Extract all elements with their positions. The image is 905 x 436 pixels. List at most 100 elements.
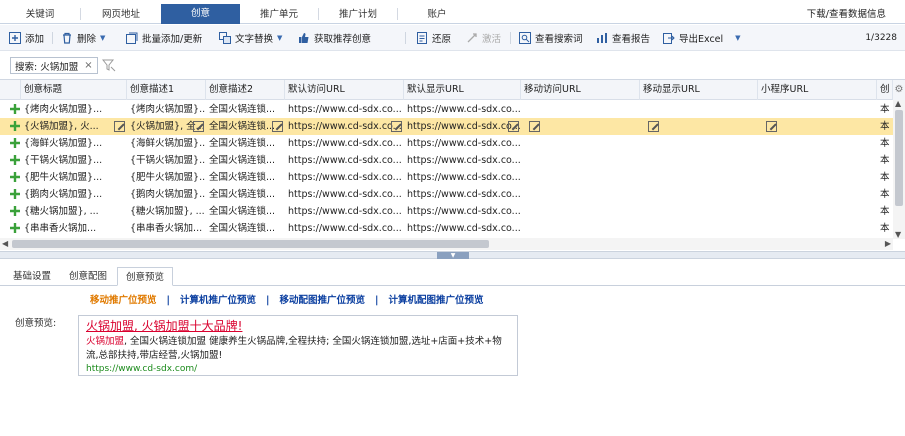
edit-icon[interactable] [272,121,283,132]
table-cell[interactable]: https://www.cd-sdx.co... [404,186,521,203]
header-title[interactable]: 创意标题 [21,80,127,100]
delete-button[interactable]: 删除 ▼ [61,30,105,46]
table-cell[interactable]: https://www.cd-sdx.co... [404,101,521,118]
mobile-preview-link[interactable]: 移动推广位预览 [90,295,157,306]
mobile-image-preview-link[interactable]: 移动配图推广位预览 [280,295,366,306]
table-cell[interactable]: 全国火锅连锁... [206,101,285,118]
expand-plus-icon[interactable] [9,222,21,234]
tab-creative-preview[interactable]: 创意预览 [117,267,174,286]
header-mobile-visit-url[interactable]: 移动访问URL [521,80,640,100]
header-mobile-display-url[interactable]: 移动显示URL [640,80,758,100]
table-cell[interactable]: https://www.cd-sdx.co... [285,220,404,237]
expand-plus-icon[interactable] [9,171,21,183]
edit-icon[interactable] [114,121,125,132]
activate-button[interactable]: 激活 [466,30,501,46]
edit-icon[interactable] [766,121,777,132]
table-cell[interactable]: 本 [877,118,893,135]
table-cell[interactable]: 本 [877,135,893,152]
table-cell[interactable]: {海鲜火锅加盟}... [21,135,127,152]
tab-campaign[interactable]: 推广计划 [319,5,397,24]
header-truncated[interactable]: 创 [877,80,893,100]
table-cell[interactable]: 本 [877,203,893,220]
close-icon[interactable]: × [84,60,92,71]
table-cell[interactable]: {火锅加盟}, 火... [21,118,127,135]
table-cell[interactable]: {鹅肉火锅加盟}... [21,186,127,203]
table-cell[interactable]: 本 [877,169,893,186]
table-cell[interactable]: 全国火锅连锁... [206,152,285,169]
table-cell[interactable] [521,135,640,152]
header-default-visit-url[interactable]: 默认访问URL [285,80,404,100]
table-row[interactable]: {烤肉火锅加盟}... {烤肉火锅加盟}... 全国火锅连锁... https://w… [0,101,893,118]
table-cell[interactable]: {烤肉火锅加盟}... [127,101,206,118]
table-cell[interactable] [758,220,877,237]
edit-icon[interactable] [391,121,402,132]
edit-icon[interactable] [529,121,540,132]
chevron-down-icon[interactable]: ▼ [735,34,740,42]
expand-plus-icon[interactable] [9,120,21,132]
scroll-down-icon[interactable]: ▼ [895,230,901,239]
collapse-handle-icon[interactable]: ▼ [437,252,469,259]
expand-plus-icon[interactable] [9,103,21,115]
pc-preview-link[interactable]: 计算机推广位预览 [180,295,256,306]
table-cell[interactable]: https://www.cd-sdx.co... [404,220,521,237]
download-data-link[interactable]: 下载/查看数据信息 [807,6,886,20]
table-cell[interactable]: https://www.cd-sdx.co... [285,118,404,135]
table-cell[interactable] [758,152,877,169]
table-cell[interactable] [758,101,877,118]
edit-icon[interactable] [648,121,659,132]
table-cell[interactable]: https://www.cd-sdx.co... [404,135,521,152]
panel-splitter[interactable]: ▼ [0,251,905,259]
table-cell[interactable] [640,169,758,186]
table-cell[interactable]: 本 [877,152,893,169]
view-search-terms-button[interactable]: 查看搜索词 [519,30,583,46]
table-row[interactable]: {串串香火锅加... {串串香火锅加... 全国火锅连锁... https://www… [0,220,893,237]
table-row[interactable]: {干锅火锅加盟}... {干锅火锅加盟}... 全国火锅连锁... https://w… [0,152,893,169]
table-row[interactable]: {海鲜火锅加盟}... {海鲜火锅加盟}... 全国火锅连锁... https://w… [0,135,893,152]
scrollbar-thumb[interactable] [12,240,489,248]
chevron-down-icon[interactable]: ▼ [277,34,282,42]
get-recommended-button[interactable]: 获取推荐创意 [298,30,371,46]
table-cell[interactable]: {糖火锅加盟}, ... [127,203,206,220]
expand-plus-icon[interactable] [9,154,21,166]
table-cell[interactable]: {肥牛火锅加盟}... [21,169,127,186]
tab-creative[interactable]: 创意 [161,4,240,24]
filter-icon[interactable] [101,58,116,72]
edit-icon[interactable] [193,121,204,132]
table-cell[interactable] [640,203,758,220]
table-cell[interactable] [758,203,877,220]
vertical-scrollbar[interactable]: ▲ ▼ [893,99,905,239]
table-cell[interactable]: 本 [877,101,893,118]
expand-plus-icon[interactable] [9,137,21,149]
table-cell[interactable] [640,186,758,203]
table-cell[interactable] [758,186,877,203]
table-cell[interactable]: 全国火锅连锁... [206,203,285,220]
table-cell[interactable] [758,135,877,152]
expand-plus-icon[interactable] [9,205,21,217]
table-cell[interactable]: https://www.cd-sdx.co... [285,152,404,169]
table-cell[interactable]: https://www.cd-sdx.co... [285,203,404,220]
scroll-left-icon[interactable]: ◀ [2,239,8,248]
ad-preview-title[interactable]: 火锅加盟, 火锅加盟十大品牌! [86,318,510,334]
table-cell[interactable]: 全国火锅连锁... [206,135,285,152]
header-default-display-url[interactable]: 默认显示URL [404,80,521,100]
scrollbar-thumb[interactable] [895,110,903,206]
scroll-right-icon[interactable]: ▶ [885,239,891,248]
table-cell[interactable] [521,186,640,203]
table-cell[interactable]: 本 [877,186,893,203]
scroll-up-icon[interactable]: ▲ [895,99,901,108]
table-cell[interactable] [640,220,758,237]
table-cell[interactable]: {串串香火锅加... [21,220,127,237]
pc-image-preview-link[interactable]: 计算机配图推广位预览 [389,295,484,306]
header-desc2[interactable]: 创意描述2 [206,80,285,100]
table-cell[interactable] [521,220,640,237]
table-cell[interactable]: {糖火锅加盟}, ... [21,203,127,220]
table-cell[interactable]: {鹅肉火锅加盟}... [127,186,206,203]
table-row[interactable]: {糖火锅加盟}, ... {糖火锅加盟}, ... 全国火锅连锁... https:/… [0,203,893,220]
table-cell[interactable]: https://www.cd-sdx.co... [404,118,521,135]
table-cell[interactable]: {干锅火锅加盟}... [127,152,206,169]
tab-account[interactable]: 账户 [398,5,476,24]
tab-basic-settings[interactable]: 基础设置 [5,267,59,286]
text-replace-button[interactable]: 文字替换 ▼ [219,30,282,46]
table-row[interactable]: {鹅肉火锅加盟}... {鹅肉火锅加盟}... 全国火锅连锁... https://w… [0,186,893,203]
table-row[interactable]: {肥牛火锅加盟}... {肥牛火锅加盟}... 全国火锅连锁... https://w… [0,169,893,186]
